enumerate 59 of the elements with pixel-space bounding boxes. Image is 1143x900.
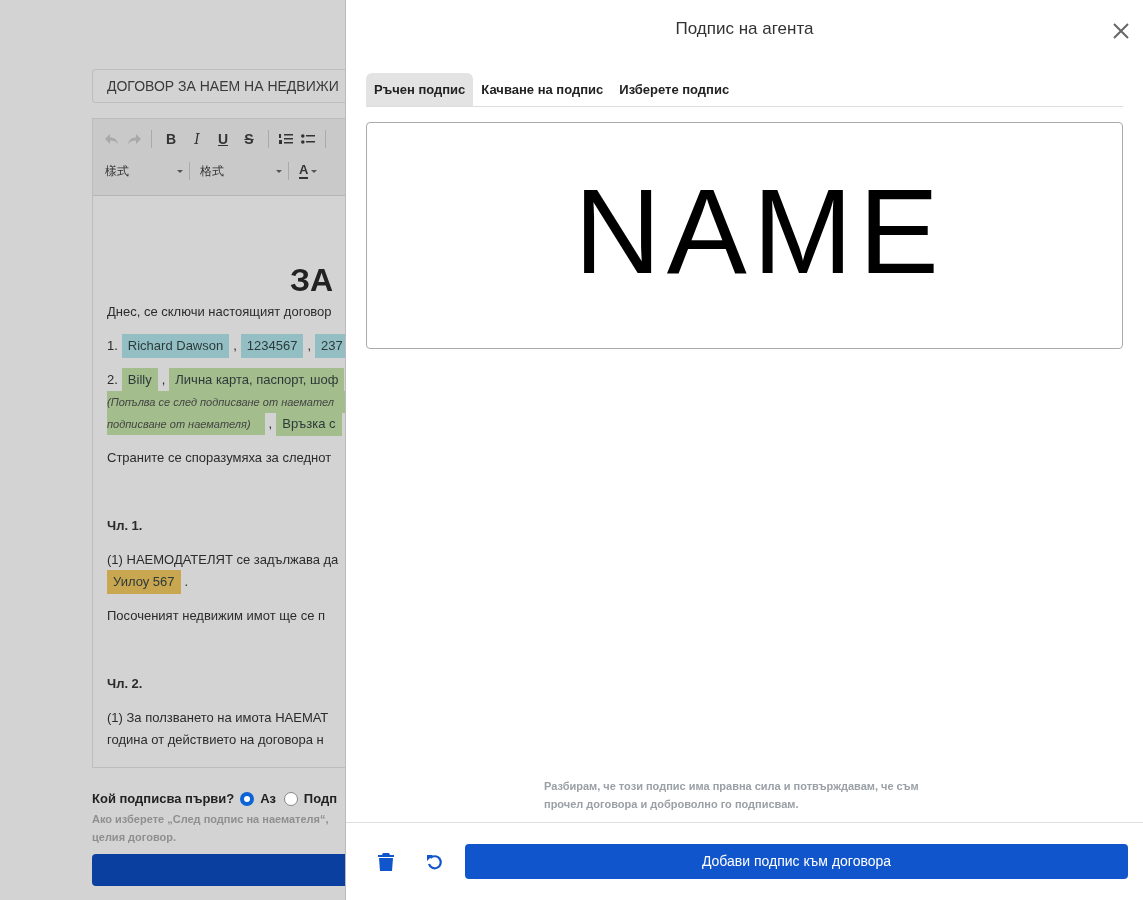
hint-text: Ако изберете „След подпис на наемателя“,	[92, 811, 330, 827]
caret-icon	[177, 169, 183, 173]
document-text: ,	[307, 337, 312, 356]
section-heading: Чл. 2.	[107, 675, 143, 694]
field-token[interactable]: Richard Dawson	[121, 334, 230, 358]
format-button[interactable]: U	[214, 128, 232, 150]
document-heading: ЗА	[289, 262, 335, 298]
format-button[interactable]: I	[188, 128, 206, 150]
field-token[interactable]: 1234567	[240, 334, 304, 358]
signature-text: NAME	[573, 170, 945, 291]
tab[interactable]: Ръчен подпис	[366, 73, 474, 106]
dialog-title: Подпис на агента	[675, 18, 814, 41]
dropdown-label: 格式	[200, 163, 224, 180]
document-text: Днес, се сключи настоящият договор	[107, 303, 332, 322]
document-text: Посоченият недвижим имот ще се п	[107, 607, 326, 626]
submit-button[interactable]: Добави подпис към договора	[465, 844, 1128, 879]
signature-pad[interactable]: NAME	[366, 122, 1123, 349]
close-icon[interactable]	[1113, 23, 1129, 39]
radio-label: Подп	[303, 790, 337, 808]
field-token[interactable]: Лична карта, паспорт, шоф	[169, 368, 345, 392]
trash-icon[interactable]	[378, 852, 394, 871]
document-text: (1) НАЕМОДАТЕЛЯТ се задължава да	[107, 551, 339, 570]
tab[interactable]: Качване на подпис	[473, 73, 612, 106]
document-text: .	[184, 573, 189, 592]
field-token[interactable]: Връзка с	[276, 412, 342, 436]
format-button[interactable]: B	[162, 128, 180, 150]
caret-icon	[311, 169, 318, 173]
section-heading: Чл. 1.	[107, 517, 143, 536]
question-label: Кой подписва първи?	[92, 790, 235, 808]
document-text: ,	[161, 371, 166, 390]
hint-text: целия договор.	[92, 830, 178, 845]
style-dropdown[interactable]: 格式	[200, 162, 288, 180]
disclaimer-text: Разбирам, че този подпис има правна сила и потвърждавам, че съм прочел договора и доброволно го подписвам.	[544, 779, 920, 812]
document-text: 1.	[107, 337, 118, 356]
action-button[interactable]	[92, 853, 345, 886]
dropdown-label: 樣式	[105, 163, 129, 180]
style-dropdown[interactable]: 樣式	[105, 162, 189, 180]
document-text: година от действието на договора н	[107, 731, 324, 750]
note-text: (Попълва се след подписване от наемател	[107, 391, 345, 413]
caret-icon	[276, 169, 282, 173]
field-token[interactable]: 237	[315, 334, 345, 358]
format-button[interactable]: S	[240, 128, 258, 150]
radio-button[interactable]	[240, 791, 255, 806]
radio-label: Аз	[260, 790, 277, 808]
field-token[interactable]: Billy	[121, 368, 158, 392]
title-field[interactable]: ДОГОВОР ЗА НАЕМ НА НЕДВИЖИ	[92, 69, 345, 103]
undo-icon[interactable]	[426, 852, 444, 871]
document-text: Страните се споразумяха за следнот	[107, 449, 332, 468]
tab[interactable]: Изберете подпис	[611, 73, 738, 106]
document-text: ,	[233, 337, 237, 356]
document-text: ,	[268, 415, 273, 434]
field-token[interactable]: Уилоу 567	[107, 570, 181, 594]
bullet-list-icon[interactable]	[301, 133, 315, 145]
text-color-button[interactable]: A	[299, 163, 309, 179]
radio-button[interactable]	[284, 791, 298, 806]
note-text: подписване от наемателя)	[107, 413, 265, 435]
numbered-list-icon[interactable]	[279, 133, 293, 145]
document-text: 2.	[107, 371, 118, 390]
document-text: (1) За ползването на имота НАЕМАТ	[107, 709, 329, 728]
